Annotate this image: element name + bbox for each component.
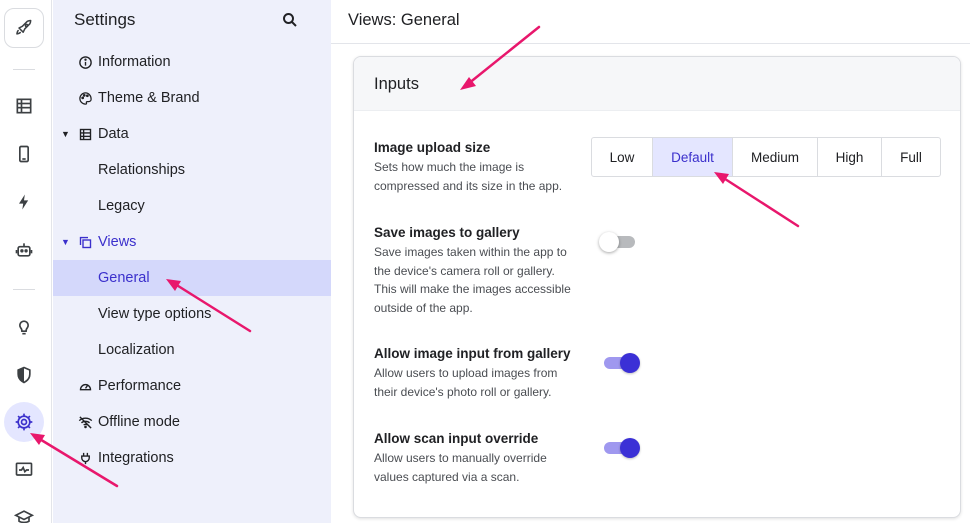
sidebar-item-label: Data — [98, 126, 129, 142]
sidebar-item-label: Integrations — [98, 450, 174, 466]
sidebar-item-information[interactable]: Information — [53, 44, 331, 80]
option-high[interactable]: High — [818, 138, 882, 176]
toggle-knob — [620, 353, 640, 373]
wifi-off-icon — [77, 414, 93, 430]
caret-down-icon: ▼ — [61, 129, 70, 139]
main-content: Views: General Inputs Image upload size … — [331, 0, 970, 523]
rail-divider — [13, 69, 35, 70]
toggle-knob — [620, 438, 640, 458]
sidebar-item-theme-brand[interactable]: Theme & Brand — [53, 80, 331, 116]
sidebar-item-data[interactable]: ▼ Data — [53, 116, 331, 152]
rocket-icon[interactable] — [4, 8, 44, 48]
speedometer-icon — [77, 378, 93, 394]
allow-gallery-toggle[interactable] — [600, 351, 640, 375]
monitor-activity-icon[interactable] — [4, 450, 44, 490]
card-title: Inputs — [374, 75, 419, 93]
sidebar-item-localization[interactable]: Localization — [53, 332, 331, 368]
page-title: Views: General — [348, 11, 460, 29]
copy-icon — [77, 234, 93, 250]
sidebar-item-label: Localization — [98, 342, 175, 358]
sidebar-item-offline-mode[interactable]: Offline mode — [53, 404, 331, 440]
sidebar-title: Settings — [74, 10, 136, 29]
sidebar-item-label: General — [98, 270, 150, 286]
sidebar-item-relationships[interactable]: Relationships — [53, 152, 331, 188]
save-images-toggle[interactable] — [599, 230, 639, 254]
inputs-card: Inputs Image upload size Sets how much t… — [353, 56, 961, 518]
save-images-desc: Save images taken within the app to the … — [374, 245, 571, 315]
sidebar-item-label: Theme & Brand — [98, 90, 200, 106]
sidebar-item-view-type-options[interactable]: View type options — [53, 296, 331, 332]
image-upload-size-segmented: Low Default Medium High Full — [591, 137, 941, 177]
top-bar: Views: General — [331, 0, 970, 44]
sidebar-item-integrations[interactable]: Integrations — [53, 440, 331, 476]
rail-divider — [13, 289, 35, 290]
sidebar-item-general[interactable]: General — [53, 260, 331, 296]
lightbulb-icon[interactable] — [4, 307, 44, 347]
gear-icon[interactable] — [4, 402, 44, 442]
robot-icon[interactable] — [4, 230, 44, 270]
option-medium[interactable]: Medium — [733, 138, 818, 176]
sidebar-item-label: Performance — [98, 378, 182, 394]
allow-gallery-desc: Allow users to upload images from their … — [374, 366, 558, 399]
palette-icon — [77, 90, 93, 106]
table-icon — [77, 126, 93, 142]
sidebar-item-views[interactable]: ▼ Views — [53, 224, 331, 260]
toggle-knob — [599, 232, 619, 252]
sidebar-item-label: Legacy — [98, 198, 145, 214]
image-upload-size-title: Image upload size — [374, 140, 491, 155]
info-icon — [77, 54, 93, 70]
graduation-cap-icon[interactable] — [4, 497, 44, 523]
search-icon[interactable] — [281, 11, 299, 29]
shield-icon[interactable] — [4, 355, 44, 395]
option-full[interactable]: Full — [882, 138, 940, 176]
lightning-icon[interactable] — [4, 182, 44, 222]
caret-down-icon: ▼ — [61, 237, 70, 247]
icon-rail — [0, 0, 52, 523]
table-icon[interactable] — [4, 86, 44, 126]
option-default[interactable]: Default — [653, 138, 733, 176]
plug-icon — [77, 450, 93, 466]
settings-sidebar: Settings Information Theme & Brand ▼ Dat… — [53, 0, 331, 523]
mobile-icon[interactable] — [4, 134, 44, 174]
sidebar-item-label: Information — [98, 54, 171, 70]
scan-override-title: Allow scan input override — [374, 431, 539, 446]
sidebar-item-label: Relationships — [98, 162, 186, 178]
sidebar-item-label: Views — [98, 234, 137, 250]
scan-override-desc: Allow users to manually override values … — [374, 451, 547, 484]
sidebar-item-legacy[interactable]: Legacy — [53, 188, 331, 224]
allow-gallery-title: Allow image input from gallery — [374, 346, 571, 361]
scan-override-toggle[interactable] — [600, 436, 640, 460]
option-low[interactable]: Low — [592, 138, 653, 176]
sidebar-item-label: View type options — [98, 306, 212, 322]
image-upload-size-desc: Sets how much the image is compressed an… — [374, 160, 563, 193]
save-images-title: Save images to gallery — [374, 225, 520, 240]
sidebar-item-label: Offline mode — [98, 414, 180, 430]
sidebar-item-performance[interactable]: Performance — [53, 368, 331, 404]
card-header: Inputs — [354, 57, 960, 111]
